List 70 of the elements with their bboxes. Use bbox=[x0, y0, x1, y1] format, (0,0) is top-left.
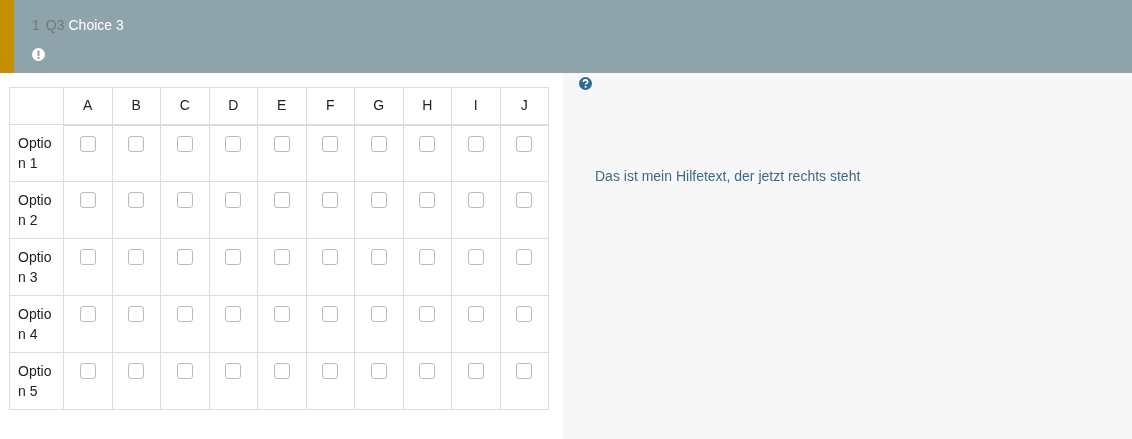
checkbox[interactable] bbox=[273, 363, 290, 379]
checkbox[interactable] bbox=[370, 135, 387, 152]
row-label: Option 2 bbox=[9, 181, 64, 239]
checkbox[interactable] bbox=[176, 306, 193, 322]
question-title: Choice 3 bbox=[68, 16, 124, 35]
checkbox[interactable] bbox=[128, 306, 145, 322]
checkbox[interactable] bbox=[225, 249, 242, 265]
checkbox[interactable] bbox=[273, 249, 290, 265]
column-header: B bbox=[112, 87, 161, 125]
checkbox[interactable] bbox=[467, 306, 484, 322]
column-header: E bbox=[257, 87, 306, 125]
column-header: F bbox=[306, 87, 355, 125]
column-header: D bbox=[209, 87, 258, 125]
help-icon bbox=[579, 77, 592, 90]
column-header: H bbox=[403, 87, 452, 125]
warning-icon bbox=[32, 48, 45, 61]
row-label: Option 1 bbox=[9, 124, 64, 182]
row-label: Option 3 bbox=[9, 238, 64, 296]
checkbox[interactable] bbox=[273, 306, 290, 322]
checkbox[interactable] bbox=[176, 249, 193, 265]
checkbox[interactable] bbox=[370, 249, 387, 265]
checkbox[interactable] bbox=[419, 135, 436, 152]
row-label: Option 5 bbox=[9, 352, 64, 410]
checkbox[interactable] bbox=[467, 363, 484, 379]
row-label: Option 4 bbox=[9, 295, 64, 353]
checkbox[interactable] bbox=[419, 192, 436, 208]
checkbox[interactable] bbox=[225, 135, 242, 152]
checkbox[interactable] bbox=[176, 363, 193, 379]
checkbox[interactable] bbox=[128, 363, 145, 379]
checkbox[interactable] bbox=[516, 192, 533, 208]
checkbox[interactable] bbox=[516, 306, 533, 322]
checkbox[interactable] bbox=[322, 363, 339, 379]
checkbox[interactable] bbox=[467, 249, 484, 265]
checkbox[interactable] bbox=[322, 192, 339, 208]
checkbox[interactable] bbox=[467, 192, 484, 208]
help-text: Das ist mein Hilfetext, der jetzt rechts steht bbox=[595, 167, 862, 186]
checkbox[interactable] bbox=[370, 306, 387, 322]
checkbox[interactable] bbox=[225, 192, 242, 208]
checkbox[interactable] bbox=[516, 249, 533, 265]
checkbox[interactable] bbox=[176, 192, 193, 208]
checkbox[interactable] bbox=[273, 135, 290, 152]
checkbox[interactable] bbox=[322, 135, 339, 152]
column-header: I bbox=[451, 87, 500, 125]
checkbox[interactable] bbox=[79, 192, 96, 208]
table-header-cell bbox=[9, 87, 64, 125]
checkbox[interactable] bbox=[419, 306, 436, 322]
column-header: G bbox=[354, 87, 403, 125]
checkbox[interactable] bbox=[79, 135, 96, 152]
checkbox[interactable] bbox=[370, 363, 387, 379]
checkbox[interactable] bbox=[419, 363, 436, 379]
checkbox[interactable] bbox=[128, 192, 145, 208]
checkbox[interactable] bbox=[273, 192, 290, 208]
checkbox[interactable] bbox=[516, 363, 533, 379]
column-header: J bbox=[500, 87, 549, 125]
checkbox[interactable] bbox=[467, 135, 484, 152]
column-header: A bbox=[63, 87, 112, 125]
checkbox[interactable] bbox=[322, 249, 339, 265]
checkbox[interactable] bbox=[225, 363, 242, 379]
checkbox[interactable] bbox=[419, 249, 436, 265]
checkbox[interactable] bbox=[516, 135, 533, 152]
checkbox[interactable] bbox=[370, 192, 387, 208]
checkbox[interactable] bbox=[322, 306, 339, 322]
column-header: C bbox=[160, 87, 209, 125]
checkbox[interactable] bbox=[176, 135, 193, 152]
checkbox[interactable] bbox=[79, 363, 96, 379]
checkbox[interactable] bbox=[225, 306, 242, 322]
checkbox[interactable] bbox=[79, 306, 96, 322]
checkbox[interactable] bbox=[128, 135, 145, 152]
checkbox[interactable] bbox=[128, 249, 145, 265]
checkbox[interactable] bbox=[79, 249, 96, 265]
